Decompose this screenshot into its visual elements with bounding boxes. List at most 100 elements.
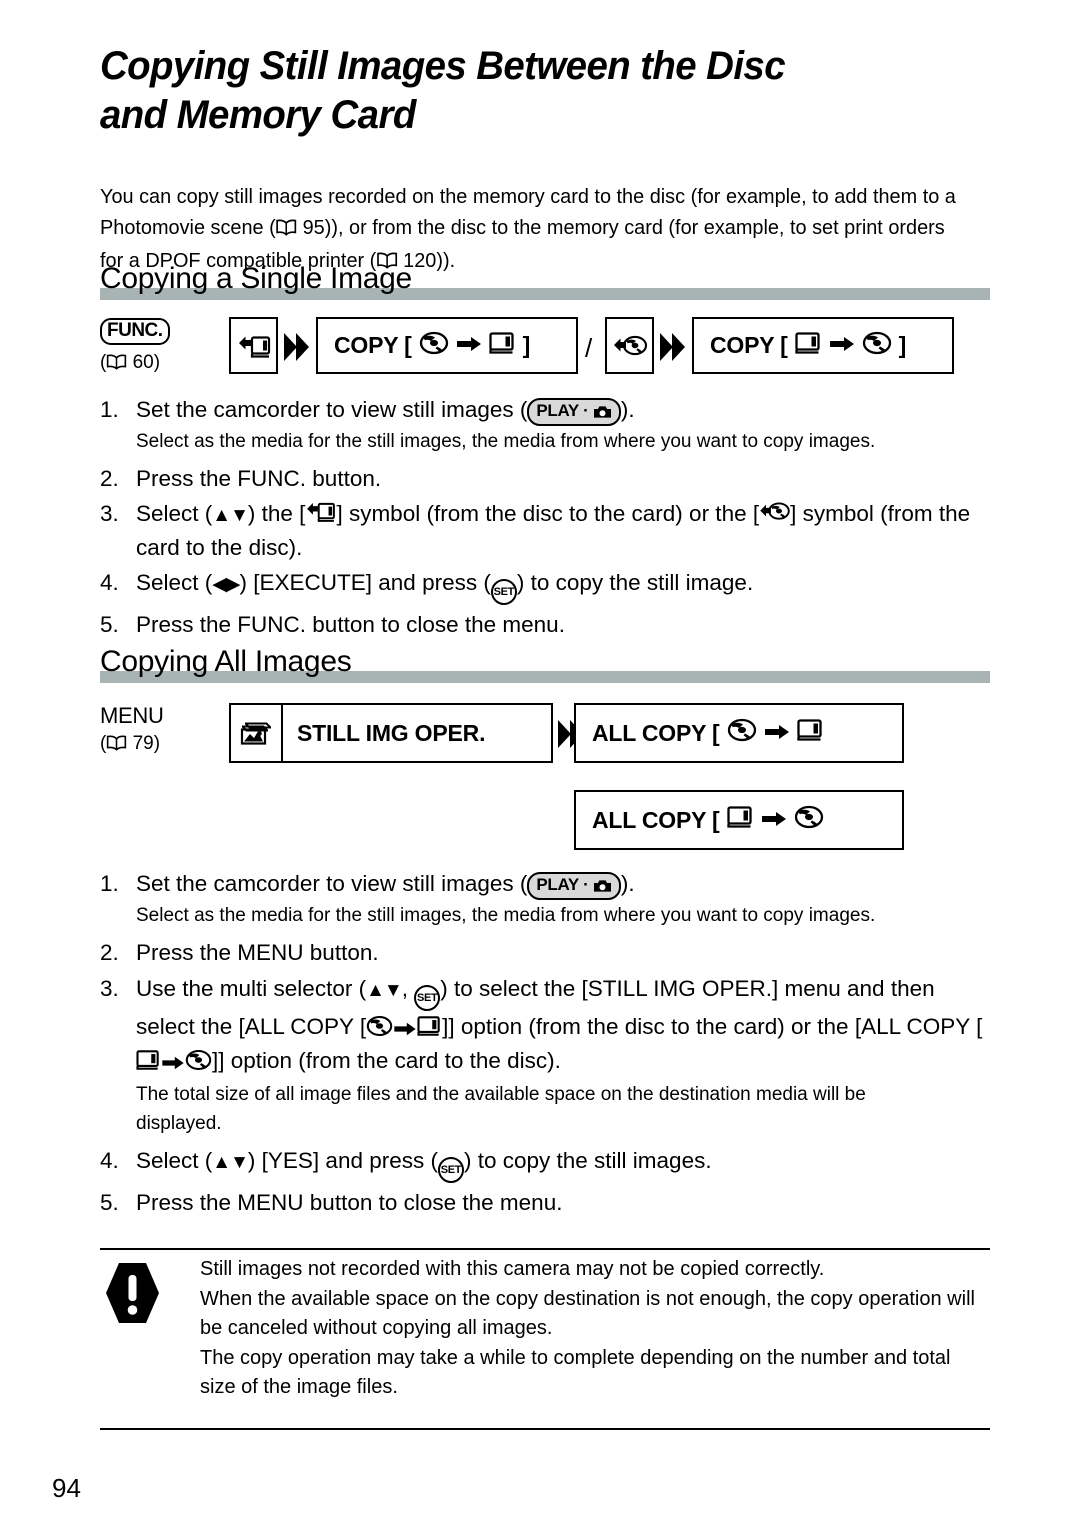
copy-label-text: COPY [: [710, 332, 788, 358]
book-icon: [106, 352, 127, 378]
func-entry-point: FUNC. ( 60): [100, 317, 170, 378]
menu-box-still-img-oper[interactable]: STILL IMG OPER.: [229, 703, 553, 763]
step-text-c: ) to copy the still image.: [516, 570, 754, 595]
card-to-disc-icon: [759, 499, 790, 532]
arrow-right-icon: [764, 720, 790, 747]
step-text-e: ]] option (from the card to the disc).: [212, 1048, 561, 1073]
play-mode-badge[interactable]: PLAY ·: [527, 872, 621, 900]
step-text-b: ).: [620, 397, 635, 422]
step-text: Select (◀▶) [EXECUTE] and press (SET) to…: [136, 567, 990, 605]
note-line: Still images not recorded with this came…: [200, 1258, 825, 1280]
play-mode-badge[interactable]: PLAY ·: [527, 398, 621, 426]
step-text-b: ) [YES] and press (: [247, 1148, 438, 1173]
section-heading-copying-a-single-image: Copying a Single Image: [100, 262, 990, 300]
step-number: 2.: [100, 466, 119, 491]
all-copy-text: ALL COPY [: [592, 806, 720, 833]
step-text: Set the camcorder to view still images (…: [136, 394, 990, 426]
step-item: 4. Select (◀▶) [EXECUTE] and press (SET)…: [100, 567, 990, 605]
up-down-arrows-icon: ▲▼: [212, 505, 249, 526]
menu-box-copy-disc-to-card[interactable]: COPY [ ]: [316, 317, 578, 374]
all-copy-label-2: ALL COPY [: [576, 805, 824, 835]
step-item: 1. Set the camcorder to view still image…: [100, 868, 990, 900]
menu-box-card-to-disc-symbol[interactable]: [605, 317, 654, 374]
book-icon: [106, 733, 127, 759]
arrow-right-icon: [161, 1048, 185, 1079]
step-number: 3.: [100, 501, 119, 526]
step-text: Press the FUNC. button to close the menu…: [136, 612, 565, 637]
disc-icon: [366, 1014, 393, 1045]
step-text-b: ).: [620, 871, 635, 896]
step-number: 5.: [100, 612, 119, 637]
step-number: 2.: [100, 940, 119, 965]
note-line: When the available space on the copy des…: [200, 1287, 975, 1340]
note-divider-top: [100, 1248, 990, 1250]
menu-box-disc-to-card-symbol[interactable]: [229, 317, 278, 374]
section-heading-copying-all-images: Copying All Images: [100, 645, 990, 683]
step-subtext: The total size of all image files and th…: [136, 1084, 866, 1134]
set-button-badge[interactable]: SET: [490, 579, 517, 605]
menu-page-number: 79: [132, 733, 154, 754]
disc-icon: [794, 805, 824, 835]
note-divider-bottom: [100, 1428, 990, 1430]
still-images-icon: [231, 705, 283, 761]
card-icon: [794, 331, 822, 361]
step-text-a: Set the camcorder to view still images (: [136, 871, 528, 896]
copy-label-text: COPY [: [334, 332, 412, 358]
steps-copying-all-images: 1. Set the camcorder to view still image…: [100, 868, 990, 1219]
up-down-arrows-icon: ▲▼: [212, 1152, 249, 1173]
step-number: 1.: [100, 871, 119, 896]
step-text: Press the MENU button.: [136, 940, 379, 965]
step-text-c: ] symbol (from the disc to the card) or …: [336, 501, 760, 526]
menu-page-reference: ( 79): [100, 731, 164, 759]
step-number: 5.: [100, 1190, 119, 1215]
step-text-a: Set the camcorder to view still images (: [136, 397, 528, 422]
card-icon: [796, 718, 824, 748]
step-number: 3.: [100, 976, 119, 1001]
section-2-label: Copying All Images: [100, 645, 352, 678]
step-item: 1. Set the camcorder to view still image…: [100, 394, 990, 426]
menu-box-all-copy-disc-to-card[interactable]: ALL COPY [: [574, 703, 904, 763]
page-title: Copying Still Images Between the Disc an…: [100, 42, 964, 140]
caution-icon: [105, 1262, 160, 1329]
section-1-label: Copying a Single Image: [100, 262, 412, 295]
step-text: Press the FUNC. button.: [136, 466, 382, 491]
card-to-disc-icon: [607, 332, 652, 360]
arrow-right-icon: [393, 1014, 417, 1045]
note-text-block: Still images not recorded with this came…: [200, 1255, 990, 1403]
disc-icon: [419, 331, 449, 361]
disc-icon: [862, 331, 892, 361]
step-item: 5. Press the FUNC. button to close the m…: [100, 609, 990, 640]
card-icon: [726, 805, 754, 835]
step-number: 4.: [100, 1148, 119, 1173]
menu-box-copy-card-to-disc[interactable]: COPY [ ]: [692, 317, 954, 374]
step-text-b: ) [EXECUTE] and press (: [239, 570, 491, 595]
step-text-b: ) the [: [247, 501, 306, 526]
arrow-right-icon: [829, 332, 855, 359]
step-text-a: Select (: [136, 501, 213, 526]
disc-to-card-icon: [231, 332, 276, 360]
menu-button-label[interactable]: MENU: [100, 703, 164, 729]
disc-icon: [185, 1048, 212, 1079]
page-number: 94: [52, 1473, 81, 1503]
step-item: 3. Use the multi selector (▲▼, SET) to s…: [100, 973, 990, 1079]
step-text: Set the camcorder to view still images (…: [136, 868, 990, 900]
set-button-badge[interactable]: SET: [414, 985, 441, 1011]
step-text-c: ) to copy the still images.: [463, 1148, 712, 1173]
step-number: 1.: [100, 397, 119, 422]
arrow-right-icon: [456, 332, 482, 359]
note-line: The copy operation may take a while to c…: [200, 1346, 951, 1399]
step-text: Use the multi selector (▲▼, SET) to sele…: [136, 973, 990, 1079]
menu-box-copy-label-2: COPY [ ]: [694, 331, 906, 361]
step-text-b: ,: [401, 976, 415, 1001]
menu-box-all-copy-card-to-disc[interactable]: ALL COPY [: [574, 790, 904, 850]
book-icon: [276, 214, 297, 245]
step-subtext: Select as the media for the still images…: [136, 431, 876, 452]
func-button-badge[interactable]: FUNC.: [100, 318, 170, 345]
set-button-badge[interactable]: SET: [437, 1157, 464, 1183]
menu-entry-point: MENU ( 79): [100, 703, 164, 759]
card-icon: [136, 1048, 161, 1079]
step-item: 2. Press the FUNC. button.: [100, 463, 990, 494]
up-down-arrows-icon: ▲▼: [366, 980, 403, 1001]
func-page-reference: ( 60): [100, 350, 170, 378]
step-text-a: Select (: [136, 1148, 213, 1173]
